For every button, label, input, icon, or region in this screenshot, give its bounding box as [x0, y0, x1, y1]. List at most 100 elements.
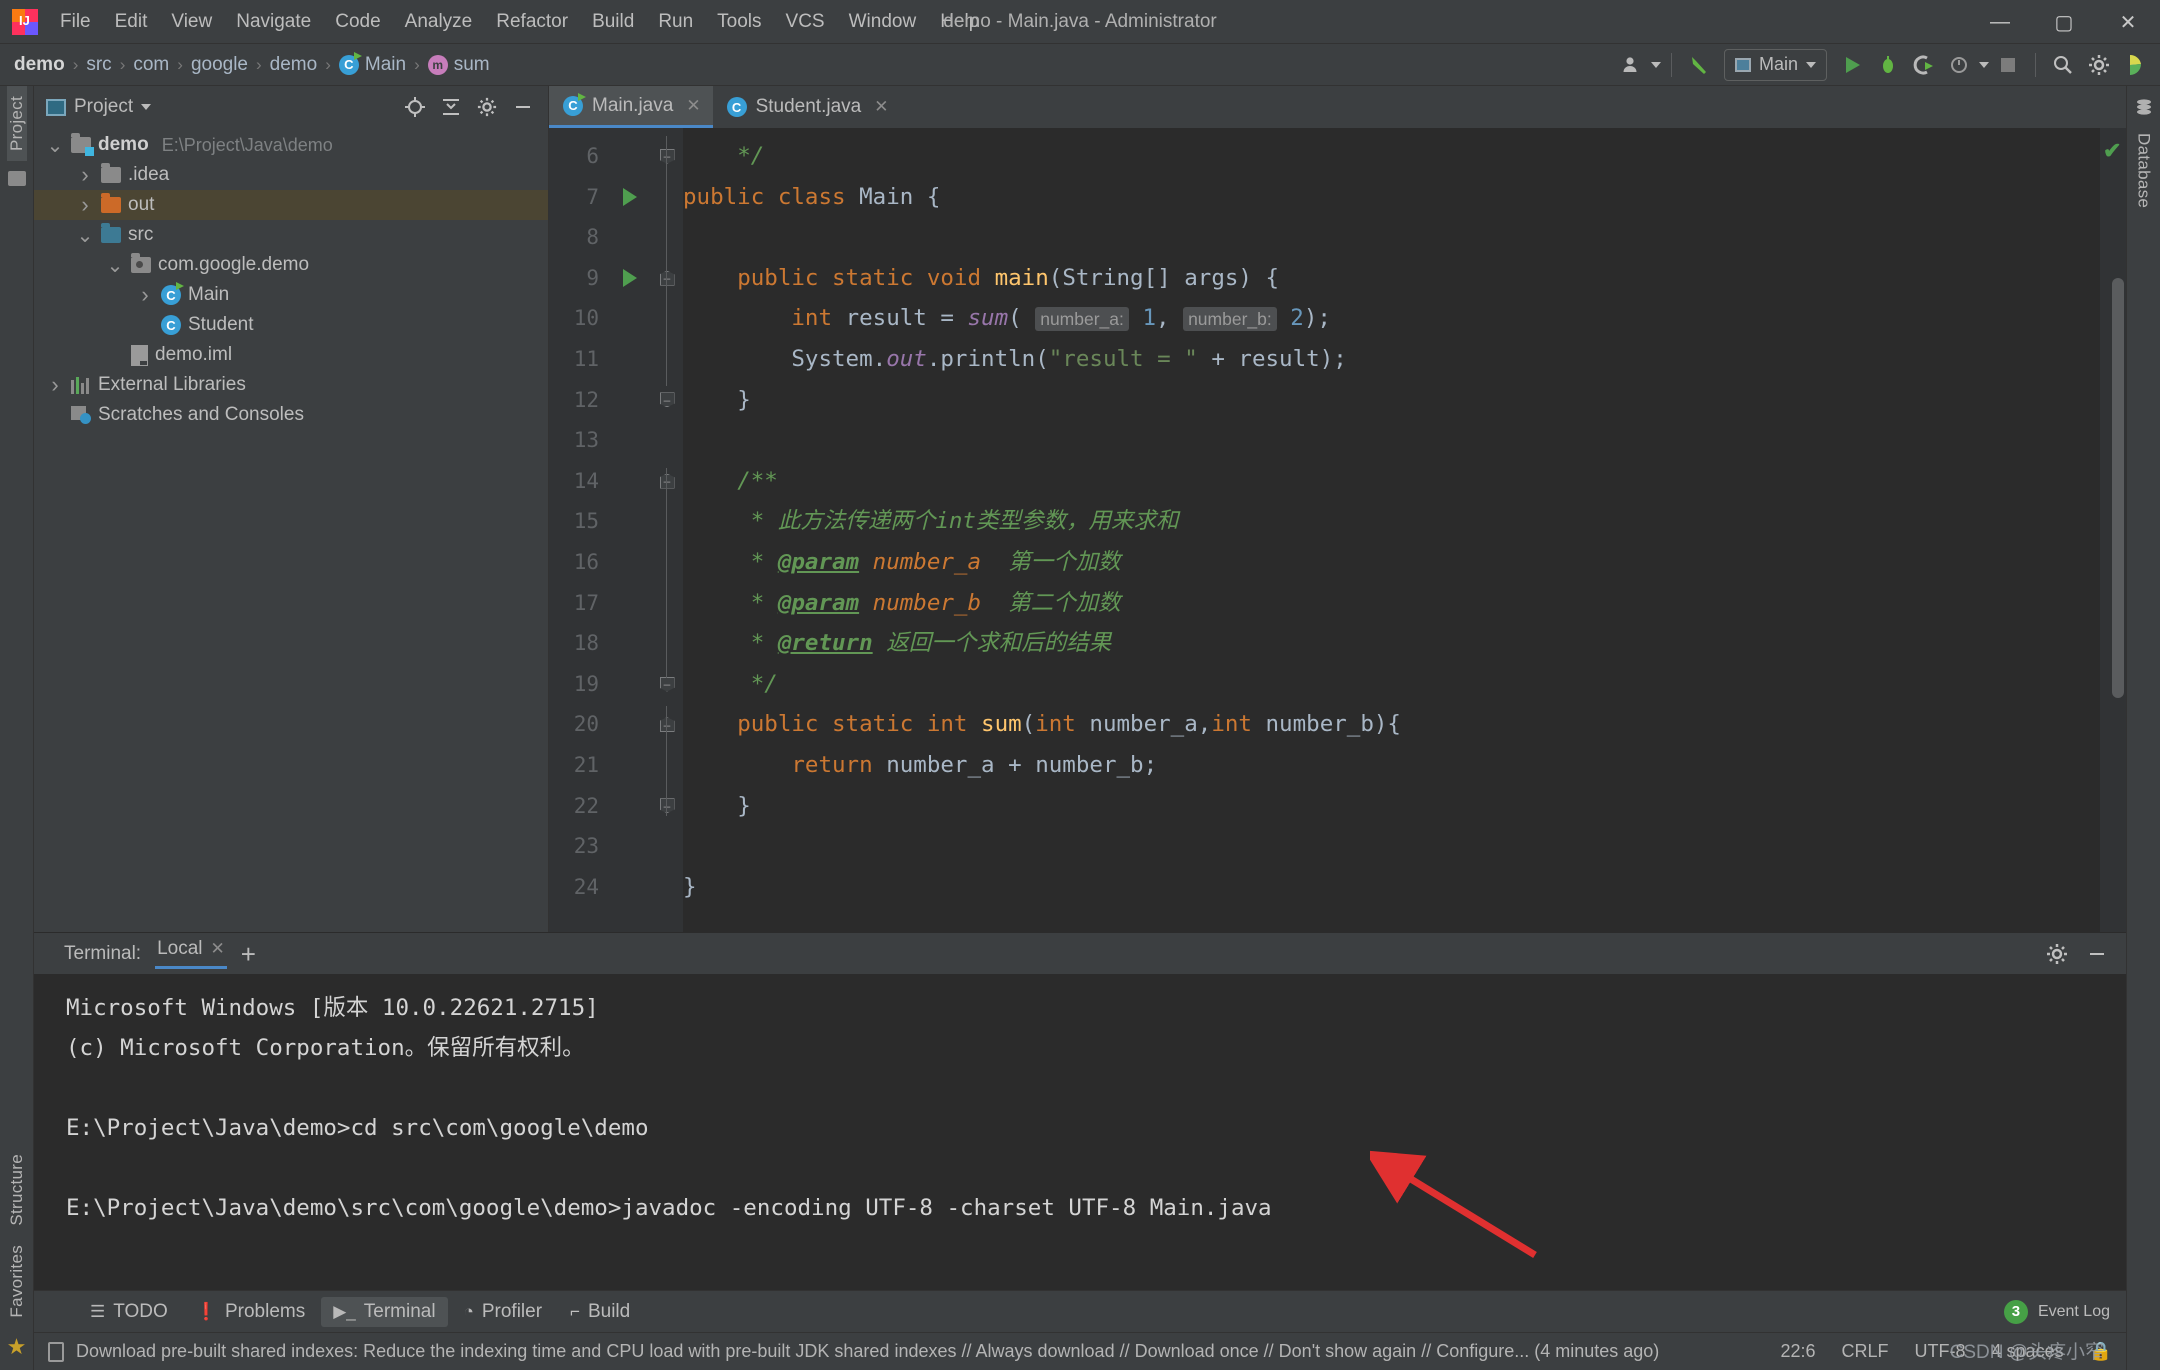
menu-item-code[interactable]: Code — [323, 0, 392, 43]
breadcrumb-item-com[interactable]: com — [129, 54, 173, 76]
code-line[interactable]: public class Main { — [683, 177, 2100, 218]
close-icon[interactable]: ✕ — [874, 97, 888, 117]
chevron-down-icon[interactable]: ⌄ — [106, 253, 124, 278]
menu-item-view[interactable]: View — [159, 0, 224, 43]
lock-icon[interactable]: 🔒 — [2090, 1341, 2112, 1362]
menu-item-file[interactable]: File — [48, 0, 103, 43]
breadcrumb-item-src[interactable]: src — [82, 54, 115, 76]
close-icon[interactable]: ✕ — [211, 939, 225, 959]
menu-item-refactor[interactable]: Refactor — [484, 0, 580, 43]
tree-node--idea[interactable]: › .idea — [34, 160, 548, 190]
event-log-area[interactable]: 3 Event Log — [2003, 1299, 2126, 1324]
code-line[interactable]: * @param number_a 第一个加数 — [683, 542, 2100, 583]
tree-node-src[interactable]: ⌄ src — [34, 220, 548, 250]
notification-icon[interactable] — [48, 1341, 64, 1362]
menu-bar[interactable]: File Edit View Navigate Code Analyze Refactor B… — [48, 0, 991, 43]
terminal-output[interactable]: Microsoft Windows [版本 10.0.22621.2715] (c… — [34, 974, 2126, 1290]
fold-marker[interactable]: – — [651, 136, 683, 177]
run-with-coverage-icon[interactable] — [1907, 48, 1941, 82]
close-button[interactable]: ✕ — [2096, 0, 2160, 44]
folder-strip-icon[interactable] — [7, 171, 26, 187]
run-gutter[interactable] — [609, 128, 651, 932]
collapse-all-icon[interactable] — [434, 90, 468, 124]
fold-marker[interactable]: – — [651, 380, 683, 421]
new-terminal-session-button[interactable]: + — [241, 941, 256, 967]
editor-tab-main-java[interactable]: C Main.java ✕ — [549, 86, 713, 128]
code-line[interactable]: } — [683, 380, 2100, 421]
settings-gear-icon[interactable] — [2082, 48, 2116, 82]
menu-item-edit[interactable]: Edit — [103, 0, 160, 43]
menu-item-navigate[interactable]: Navigate — [224, 0, 323, 43]
fold-marker[interactable]: – — [651, 704, 683, 745]
breadcrumb-item-sum[interactable]: m sum — [424, 54, 494, 76]
fold-marker[interactable]: – — [651, 461, 683, 502]
bottom-tool-todo[interactable]: ☰ TODO — [78, 1297, 180, 1327]
maximize-button[interactable]: ▢ — [2032, 0, 2096, 44]
code-line[interactable]: /** — [683, 461, 2100, 502]
menu-item-help[interactable]: Help — [928, 0, 991, 43]
tree-node-demo[interactable]: ⌄ demo E:\Project\Java\demo — [34, 130, 548, 160]
chevron-right-icon[interactable]: › — [136, 282, 154, 308]
hide-terminal-icon[interactable] — [2080, 937, 2114, 971]
run-configuration-selector[interactable]: Main — [1723, 48, 1827, 81]
menu-item-window[interactable]: Window — [837, 0, 929, 43]
sidebar-item-favorites[interactable]: Favorites — [7, 1235, 27, 1328]
breadcrumb-item-google[interactable]: google — [187, 54, 252, 76]
user-avatar-icon[interactable] — [1615, 48, 1649, 82]
caret-position[interactable]: 22:6 — [1780, 1341, 1815, 1362]
code-line[interactable] — [683, 826, 2100, 867]
editor-tab-student-java[interactable]: C Student.java ✕ — [713, 86, 901, 128]
code-line[interactable]: * @return 返回一个求和后的结果 — [683, 623, 2100, 664]
code-folding-gutter[interactable]: – – – – – – – — [651, 128, 683, 932]
profiler-icon[interactable] — [1943, 48, 1977, 82]
project-view-chevron-down-icon[interactable] — [141, 104, 152, 110]
code-line[interactable]: public static void main(String[] args) { — [683, 258, 2100, 299]
scroll-from-source-icon[interactable] — [398, 90, 432, 124]
code-line[interactable]: } — [683, 786, 2100, 827]
chevron-right-icon[interactable]: › — [76, 162, 94, 188]
avatar-chevron-down-icon[interactable] — [1650, 61, 1661, 68]
project-settings-gear-icon[interactable] — [470, 90, 504, 124]
profiler-chevron-down-icon[interactable] — [1979, 61, 1989, 68]
bottom-tool-terminal[interactable]: ▶_ Terminal — [321, 1296, 448, 1327]
breadcrumb-item-demo[interactable]: demo — [10, 54, 69, 76]
fold-marker[interactable]: – — [651, 258, 683, 299]
file-encoding[interactable]: UTF-8 — [1915, 1341, 1966, 1362]
chevron-down-icon[interactable]: ⌄ — [76, 223, 94, 248]
code-line[interactable]: */ — [683, 136, 2100, 177]
bottom-tool-profiler[interactable]: ◔ Profiler — [452, 1297, 554, 1327]
line-separator[interactable]: CRLF — [1842, 1341, 1889, 1362]
debug-icon[interactable] — [1871, 48, 1905, 82]
sidebar-item-structure[interactable]: Structure — [7, 1144, 27, 1236]
bottom-tool-build[interactable]: ⌐ Build — [558, 1297, 642, 1327]
hammer-build-icon[interactable] — [1682, 48, 1716, 82]
hide-project-panel-icon[interactable] — [506, 90, 540, 124]
terminal-session-tab-local[interactable]: Local ✕ — [155, 938, 227, 969]
ide-helper-icon[interactable] — [2118, 48, 2152, 82]
fold-marker[interactable]: – — [651, 786, 683, 827]
code-line[interactable]: int result = sum( number_a: 1, number_b:… — [683, 298, 2100, 339]
menu-item-tools[interactable]: Tools — [705, 0, 773, 43]
editor-scrollbar-thumb[interactable] — [2112, 278, 2124, 698]
code-line[interactable] — [683, 217, 2100, 258]
tree-node-demo-iml[interactable]: demo.iml — [34, 340, 548, 370]
run-icon[interactable] — [1835, 48, 1869, 82]
code-line[interactable]: public static int sum(int number_a,int n… — [683, 704, 2100, 745]
menu-item-build[interactable]: Build — [580, 0, 646, 43]
code-line[interactable]: System.out.println("result = " + result)… — [683, 339, 2100, 380]
code-line[interactable]: * @param number_b 第二个加数 — [683, 583, 2100, 624]
tree-node-scratches-and-consoles[interactable]: Scratches and Consoles — [34, 400, 548, 430]
indent-setting[interactable]: 4 spaces — [1992, 1341, 2064, 1362]
minimize-button[interactable]: — — [1968, 0, 2032, 44]
event-log-label[interactable]: Event Log — [2038, 1303, 2110, 1321]
tree-node-com-google-demo[interactable]: ⌄ com.google.demo — [34, 250, 548, 280]
menu-item-vcs[interactable]: VCS — [774, 0, 837, 43]
sidebar-item-project[interactable]: Project — [6, 86, 27, 162]
code-line[interactable]: } — [683, 867, 2100, 908]
code-editor[interactable]: 6 7 8 9 10 11 12 13 14 15 16 17 18 19 20 21 22 23 24 – – – – –… — [549, 128, 2126, 932]
editor-tab-bar[interactable]: C Main.java ✕ C Student.java ✕ — [549, 86, 2126, 128]
inspection-marker-bar[interactable]: ✔ — [2100, 128, 2126, 932]
tree-node-student[interactable]: C Student — [34, 310, 548, 340]
fold-marker[interactable]: – — [651, 664, 683, 705]
chevron-right-icon[interactable]: › — [76, 192, 94, 218]
